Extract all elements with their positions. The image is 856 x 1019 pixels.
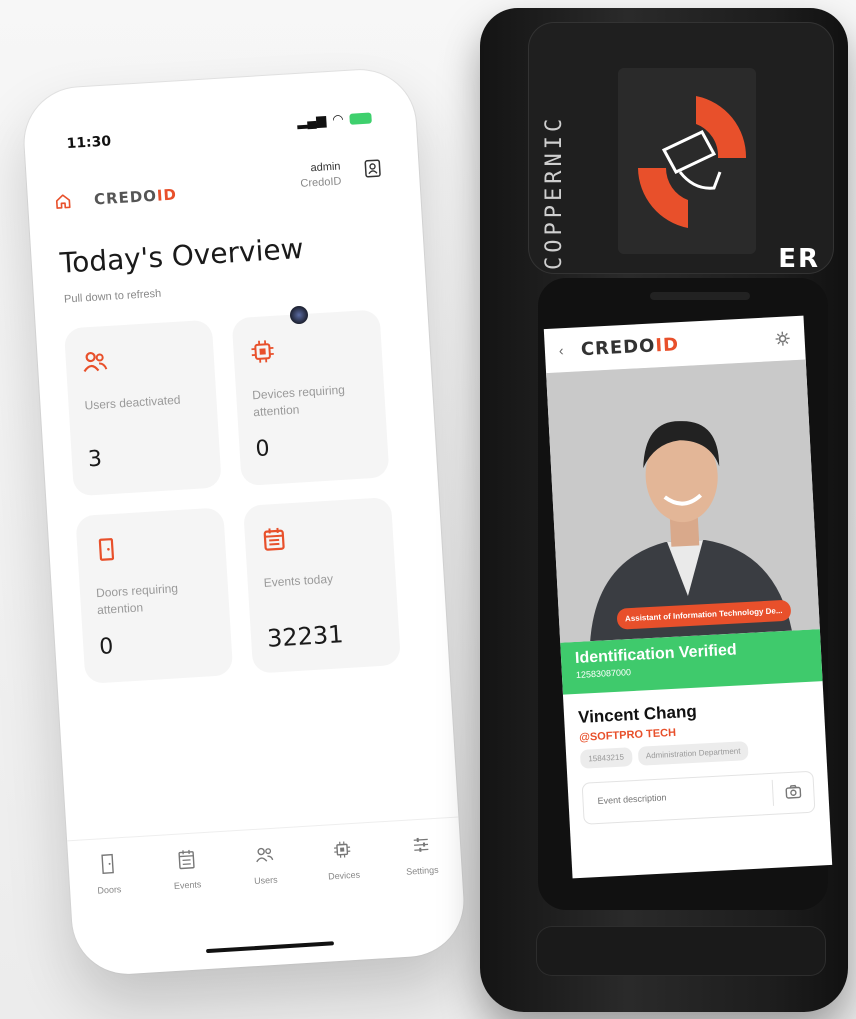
card-value: 0 — [98, 634, 115, 661]
bottom-speaker — [536, 926, 826, 976]
event-description-field[interactable] — [581, 770, 816, 825]
chip-icon — [334, 841, 351, 858]
nav-devices[interactable]: Devices — [312, 837, 374, 883]
camera-icon[interactable] — [785, 783, 802, 800]
wifi-icon: ◠ — [331, 111, 345, 127]
status-bar: 11:30 ▂▄▆ ◠ — [54, 109, 387, 153]
nav-label: Doors — [97, 884, 122, 896]
card-doors-attention[interactable]: Doors requiring attention 0 — [75, 507, 234, 684]
card-value: 3 — [87, 446, 103, 473]
gear-icon[interactable] — [774, 330, 791, 347]
model-logo: ER — [778, 244, 820, 274]
user-org: CredoID — [300, 175, 342, 190]
field-divider — [771, 779, 775, 806]
refresh-hint: Pull down to refresh — [63, 287, 162, 306]
back-button[interactable]: ‹ — [558, 342, 564, 358]
nav-settings[interactable]: Settings — [390, 832, 452, 878]
nav-users[interactable]: Users — [234, 842, 296, 888]
users-icon — [256, 847, 274, 863]
door-icon — [98, 538, 115, 561]
card-events-today[interactable]: Events today 32231 — [243, 496, 402, 674]
nav-label: Devices — [327, 869, 361, 882]
signal-icon: ▂▄▆ — [296, 112, 327, 129]
user-info: admin CredoID — [299, 159, 342, 191]
calendar-icon — [263, 527, 285, 551]
profile-icon[interactable] — [362, 157, 383, 180]
event-description-input[interactable] — [595, 787, 750, 808]
speaker-grill — [650, 292, 750, 300]
card-label: Users deactivated — [84, 392, 181, 413]
home-indicator — [206, 941, 335, 954]
nav-events[interactable]: Events — [155, 846, 217, 892]
device-brand: COPPERNIC — [542, 114, 567, 270]
events-icon — [177, 849, 195, 870]
home-icon[interactable] — [54, 192, 73, 211]
card-devices-attention[interactable]: Devices requiring attention 0 — [231, 309, 390, 487]
door-icon — [101, 853, 115, 874]
phone-app: 11:30 ▂▄▆ ◠ CREDOID admin CredoID Today'… — [21, 66, 467, 978]
sliders-icon — [413, 837, 429, 852]
user-photo: Assistant of Information Technology De..… — [546, 359, 820, 643]
screen-logo: CREDOID — [580, 334, 680, 361]
chip-icon — [251, 340, 274, 363]
app-logo: CREDOID — [93, 185, 178, 209]
device-screen: ‹ CREDOID Assistant of Information Techn… — [543, 315, 833, 879]
card-label: Doors requiring attention — [95, 581, 179, 618]
employee-id-chip: 15843215 — [579, 747, 633, 769]
bottom-nav: Doors Events Users Devices Settings — [67, 816, 465, 938]
department-chip: Administration Department — [637, 741, 749, 766]
card-value: 32231 — [266, 620, 345, 653]
app-header: CREDOID admin CredoID — [52, 155, 390, 219]
card-value: 0 — [254, 436, 271, 463]
nfc-icon — [618, 68, 756, 254]
card-label: Devices requiring attention — [251, 382, 346, 420]
battery-icon — [349, 111, 372, 125]
nav-label: Events — [173, 879, 202, 891]
status-icons: ▂▄▆ ◠ — [297, 109, 372, 130]
users-icon — [83, 351, 108, 373]
nav-label: Settings — [405, 864, 439, 877]
front-camera — [290, 306, 308, 324]
card-users-deactivated[interactable]: Users deactivated 3 — [63, 319, 222, 497]
nav-doors[interactable]: Doors — [77, 851, 139, 897]
page-title: Today's Overview — [58, 231, 305, 280]
status-time: 11:30 — [66, 133, 112, 153]
card-label: Events today — [263, 571, 334, 590]
nav-label: Users — [253, 874, 278, 887]
